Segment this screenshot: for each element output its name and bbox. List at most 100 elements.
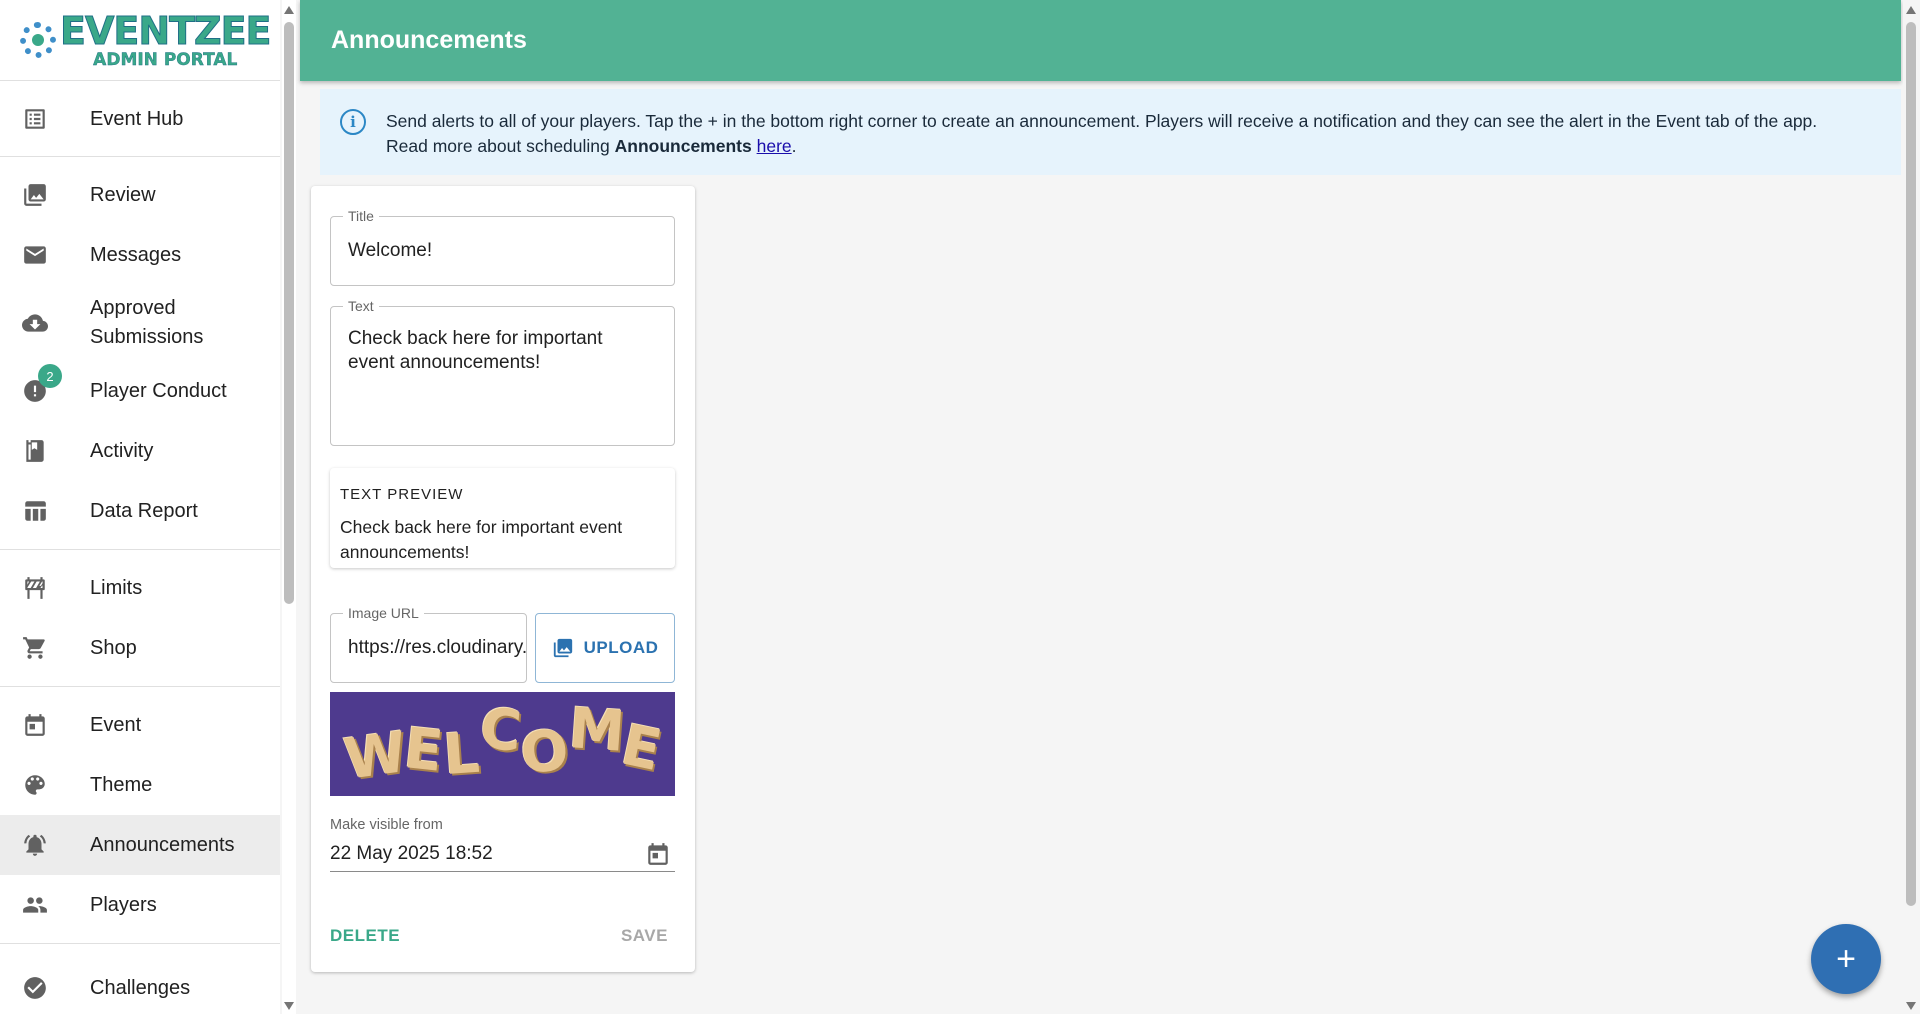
sidebar-item-review[interactable]: Review [0, 165, 280, 225]
image-url-field[interactable]: Image URL https://res.cloudinary.com [330, 605, 527, 683]
mail-icon [22, 242, 48, 268]
logo-subtitle: ADMIN PORTAL [93, 49, 238, 70]
upload-button[interactable]: UPLOAD [535, 613, 675, 683]
nav-group-content: Review Messages Approved Submissions 2 P… [0, 157, 280, 550]
list-icon [22, 106, 48, 132]
welcome-letter: O [517, 717, 572, 787]
sidebar: EVENTZEE ADMIN PORTAL Event Hub Review M… [0, 0, 280, 1014]
logo: EVENTZEE ADMIN PORTAL [0, 0, 280, 81]
palette-icon [22, 772, 48, 798]
sidebar-item-player-conduct[interactable]: 2 Player Conduct [0, 361, 280, 421]
sidebar-item-shop[interactable]: Shop [0, 618, 280, 678]
scroll-down-arrow-icon[interactable] [284, 1002, 294, 1010]
sidebar-item-messages[interactable]: Messages [0, 225, 280, 285]
info-icon: i [340, 109, 366, 135]
text-preview-label: TEXT PREVIEW [340, 486, 464, 503]
info-text: Send alerts to all of your players. Tap … [386, 109, 1817, 175]
welcome-letter: M [566, 695, 627, 765]
read-more-link[interactable]: here [757, 136, 792, 156]
info-line-1: Send alerts to all of your players. Tap … [386, 111, 1818, 131]
nav-group-hub: Event Hub [0, 81, 280, 157]
title-field[interactable]: Title Welcome! [330, 208, 675, 286]
text-field[interactable]: Text Check back here for important event… [330, 298, 675, 446]
visible-from-label: Make visible from [330, 817, 443, 833]
sidebar-item-label: Review [90, 183, 156, 206]
alert-icon: 2 [22, 364, 62, 404]
sidebar-item-label: Data Report [90, 499, 198, 522]
main-scrollbar[interactable] [1903, 0, 1920, 1014]
text-input[interactable]: Check back here for important event anno… [331, 307, 631, 375]
sidebar-scroll-thumb[interactable] [284, 22, 294, 604]
nav-group-settings: Event Theme Announcements Players [0, 687, 280, 944]
sidebar-item-activity[interactable]: Activity [0, 421, 280, 481]
sidebar-item-label: Approved Submissions [90, 297, 204, 348]
welcome-letter: W [340, 719, 411, 793]
sidebar-item-label: Challenges [90, 976, 191, 999]
nav-group-limits: Limits Shop [0, 550, 280, 687]
add-announcement-button[interactable]: + [1811, 924, 1881, 994]
sidebar-item-label: Limits [90, 576, 143, 599]
title-input[interactable]: Welcome! [331, 217, 674, 263]
sidebar-item-approved-submissions[interactable]: Approved Submissions [0, 285, 280, 361]
sidebar-item-label: Theme [90, 773, 153, 796]
visible-from-field[interactable]: 22 May 2025 18:52 [330, 836, 675, 872]
cloud-download-icon [22, 310, 48, 336]
welcome-letter: L [441, 720, 482, 788]
delete-button[interactable]: DELETE [330, 926, 400, 946]
sidebar-item-event-hub[interactable]: Event Hub [0, 89, 280, 149]
title-field-label: Title [343, 208, 379, 224]
text-preview-content: Check back here for important event anno… [340, 517, 623, 562]
scroll-up-arrow-icon[interactable] [1906, 6, 1916, 14]
nav-group-challenges: Challenges [0, 944, 280, 1014]
image-upload-icon [553, 638, 572, 658]
welcome-letter: C [477, 695, 525, 765]
logo-title: EVENTZEE [60, 8, 273, 53]
text-preview: TEXT PREVIEW Check back here for importa… [330, 468, 675, 568]
sidebar-item-label: Messages [90, 243, 182, 266]
upload-button-label: UPLOAD [583, 638, 659, 657]
sidebar-item-label: Event [90, 713, 142, 736]
sidebar-scrollbar[interactable] [282, 0, 296, 1014]
check-circle-icon [22, 975, 48, 1001]
sidebar-item-label: Activity [90, 439, 154, 462]
notebook-icon [22, 438, 48, 464]
image-url-label: Image URL [343, 605, 424, 621]
sidebar-item-limits[interactable]: Limits [0, 558, 280, 618]
sidebar-item-players[interactable]: Players [0, 875, 280, 935]
text-field-label: Text [343, 298, 379, 314]
sidebar-item-label: Announcements [90, 833, 235, 856]
sidebar-item-label: Event Hub [90, 107, 184, 130]
scroll-up-arrow-icon[interactable] [284, 6, 294, 14]
announcement-image: W E L C O M E [330, 692, 675, 796]
barrier-icon [22, 575, 48, 601]
scroll-down-arrow-icon[interactable] [1906, 1002, 1916, 1010]
info-banner: i Send alerts to all of your players. Ta… [320, 89, 1901, 175]
cart-icon [22, 635, 48, 661]
gear-logo-icon [20, 22, 56, 58]
info-line-2-prefix: Read more about scheduling [386, 136, 615, 156]
table-icon [22, 498, 48, 524]
sidebar-item-data-report[interactable]: Data Report [0, 481, 280, 541]
page-title: Announcements [331, 26, 527, 54]
announcement-card: Title Welcome! Text Check back here for … [311, 186, 695, 972]
info-line-2-bold: Announcements [614, 136, 752, 156]
visible-from-input[interactable]: 22 May 2025 18:52 [330, 843, 493, 865]
calendar-icon [22, 712, 48, 738]
info-line-2-suffix: . [791, 136, 797, 156]
app-header: Announcements [300, 0, 1901, 81]
notification-badge: 2 [38, 364, 62, 388]
sidebar-item-label: Players [90, 893, 157, 916]
sidebar-item-event[interactable]: Event [0, 695, 280, 755]
bell-ring-icon [22, 832, 48, 858]
sidebar-item-announcements[interactable]: Announcements [0, 815, 280, 875]
sidebar-item-label: Shop [90, 636, 137, 659]
main-scroll-thumb[interactable] [1906, 22, 1916, 906]
sidebar-item-challenges[interactable]: Challenges [0, 958, 280, 1014]
save-button[interactable]: SAVE [621, 926, 668, 946]
image-icon [22, 182, 48, 208]
calendar-icon[interactable] [645, 841, 671, 867]
people-icon [22, 892, 48, 918]
welcome-letter: E [401, 715, 446, 785]
sidebar-item-theme[interactable]: Theme [0, 755, 280, 815]
sidebar-item-label: Player Conduct [90, 379, 227, 402]
